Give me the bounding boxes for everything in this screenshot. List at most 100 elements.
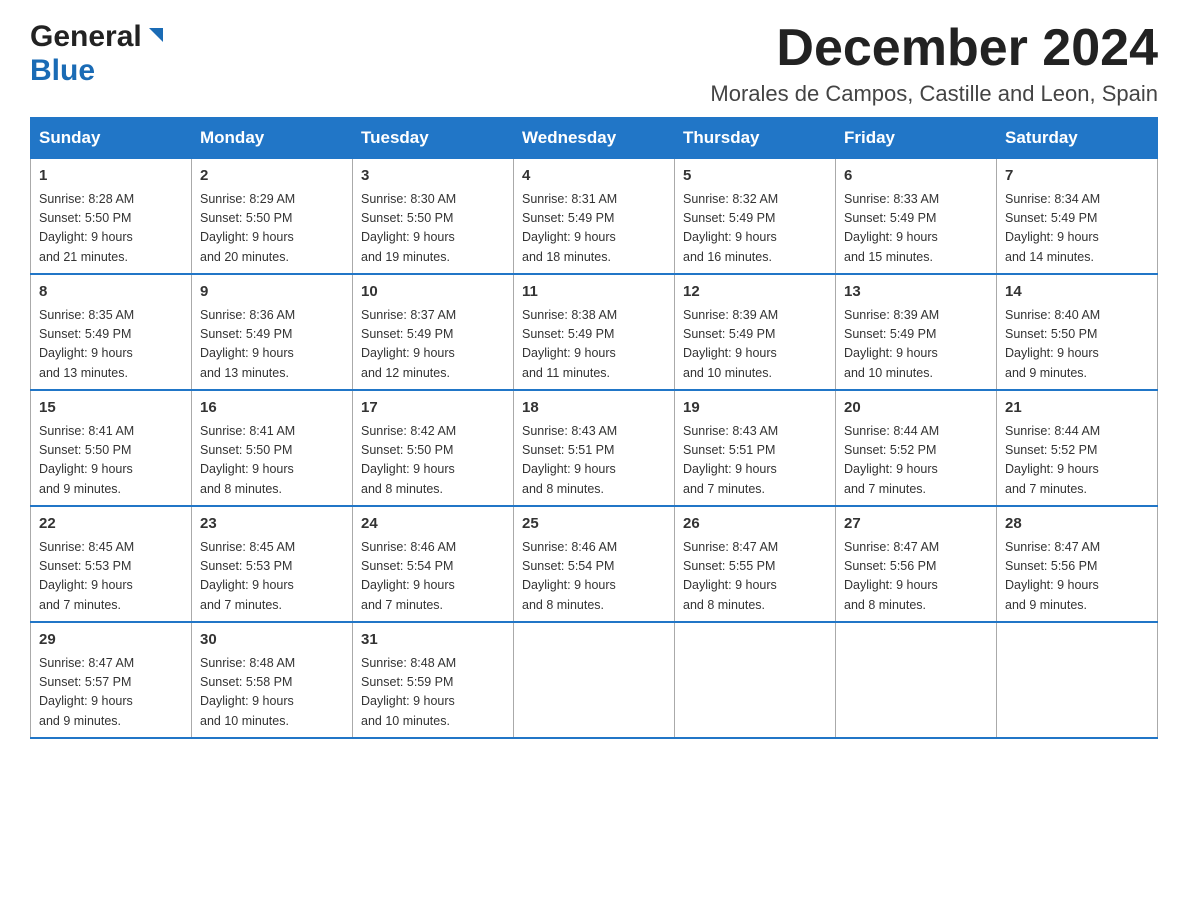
day-info: Sunrise: 8:47 AMSunset: 5:57 PMDaylight:… (39, 654, 183, 732)
day-number: 27 (844, 513, 988, 536)
logo-arrow-icon (145, 24, 167, 51)
day-info: Sunrise: 8:36 AMSunset: 5:49 PMDaylight:… (200, 306, 344, 384)
calendar-day-5: 5Sunrise: 8:32 AMSunset: 5:49 PMDaylight… (675, 159, 836, 275)
calendar-day-14: 14Sunrise: 8:40 AMSunset: 5:50 PMDayligh… (997, 274, 1158, 390)
day-number: 5 (683, 165, 827, 188)
calendar-day-15: 15Sunrise: 8:41 AMSunset: 5:50 PMDayligh… (31, 390, 192, 506)
day-number: 17 (361, 397, 505, 420)
day-info: Sunrise: 8:39 AMSunset: 5:49 PMDaylight:… (683, 306, 827, 384)
calendar-week-row: 29Sunrise: 8:47 AMSunset: 5:57 PMDayligh… (31, 622, 1158, 738)
day-info: Sunrise: 8:44 AMSunset: 5:52 PMDaylight:… (1005, 422, 1149, 500)
day-number: 14 (1005, 281, 1149, 304)
day-number: 4 (522, 165, 666, 188)
calendar-day-17: 17Sunrise: 8:42 AMSunset: 5:50 PMDayligh… (353, 390, 514, 506)
day-number: 24 (361, 513, 505, 536)
day-number: 20 (844, 397, 988, 420)
logo-blue-text: Blue (30, 54, 95, 87)
day-number: 15 (39, 397, 183, 420)
calendar-header-row: SundayMondayTuesdayWednesdayThursdayFrid… (31, 118, 1158, 159)
calendar-empty-cell (514, 622, 675, 738)
calendar-header-saturday: Saturday (997, 118, 1158, 159)
calendar-day-21: 21Sunrise: 8:44 AMSunset: 5:52 PMDayligh… (997, 390, 1158, 506)
day-number: 7 (1005, 165, 1149, 188)
calendar-week-row: 1Sunrise: 8:28 AMSunset: 5:50 PMDaylight… (31, 159, 1158, 275)
day-info: Sunrise: 8:43 AMSunset: 5:51 PMDaylight:… (683, 422, 827, 500)
calendar-day-4: 4Sunrise: 8:31 AMSunset: 5:49 PMDaylight… (514, 159, 675, 275)
day-number: 31 (361, 629, 505, 652)
calendar-header-friday: Friday (836, 118, 997, 159)
calendar-day-20: 20Sunrise: 8:44 AMSunset: 5:52 PMDayligh… (836, 390, 997, 506)
calendar-day-30: 30Sunrise: 8:48 AMSunset: 5:58 PMDayligh… (192, 622, 353, 738)
calendar-day-13: 13Sunrise: 8:39 AMSunset: 5:49 PMDayligh… (836, 274, 997, 390)
calendar-day-18: 18Sunrise: 8:43 AMSunset: 5:51 PMDayligh… (514, 390, 675, 506)
day-number: 13 (844, 281, 988, 304)
day-info: Sunrise: 8:33 AMSunset: 5:49 PMDaylight:… (844, 190, 988, 268)
day-info: Sunrise: 8:42 AMSunset: 5:50 PMDaylight:… (361, 422, 505, 500)
day-info: Sunrise: 8:37 AMSunset: 5:49 PMDaylight:… (361, 306, 505, 384)
day-info: Sunrise: 8:44 AMSunset: 5:52 PMDaylight:… (844, 422, 988, 500)
calendar-empty-cell (675, 622, 836, 738)
calendar-header-monday: Monday (192, 118, 353, 159)
calendar-empty-cell (836, 622, 997, 738)
calendar-day-3: 3Sunrise: 8:30 AMSunset: 5:50 PMDaylight… (353, 159, 514, 275)
day-number: 6 (844, 165, 988, 188)
calendar-day-24: 24Sunrise: 8:46 AMSunset: 5:54 PMDayligh… (353, 506, 514, 622)
calendar-day-8: 8Sunrise: 8:35 AMSunset: 5:49 PMDaylight… (31, 274, 192, 390)
day-number: 19 (683, 397, 827, 420)
day-info: Sunrise: 8:29 AMSunset: 5:50 PMDaylight:… (200, 190, 344, 268)
calendar-day-11: 11Sunrise: 8:38 AMSunset: 5:49 PMDayligh… (514, 274, 675, 390)
day-number: 3 (361, 165, 505, 188)
day-info: Sunrise: 8:47 AMSunset: 5:56 PMDaylight:… (1005, 538, 1149, 616)
calendar-day-31: 31Sunrise: 8:48 AMSunset: 5:59 PMDayligh… (353, 622, 514, 738)
calendar-day-25: 25Sunrise: 8:46 AMSunset: 5:54 PMDayligh… (514, 506, 675, 622)
day-number: 22 (39, 513, 183, 536)
day-number: 18 (522, 397, 666, 420)
calendar-day-1: 1Sunrise: 8:28 AMSunset: 5:50 PMDaylight… (31, 159, 192, 275)
day-info: Sunrise: 8:48 AMSunset: 5:58 PMDaylight:… (200, 654, 344, 732)
day-number: 16 (200, 397, 344, 420)
title-block: December 2024 Morales de Campos, Castill… (710, 20, 1158, 107)
calendar-day-6: 6Sunrise: 8:33 AMSunset: 5:49 PMDaylight… (836, 159, 997, 275)
day-number: 9 (200, 281, 344, 304)
day-info: Sunrise: 8:32 AMSunset: 5:49 PMDaylight:… (683, 190, 827, 268)
day-number: 29 (39, 629, 183, 652)
day-info: Sunrise: 8:35 AMSunset: 5:49 PMDaylight:… (39, 306, 183, 384)
calendar-header-sunday: Sunday (31, 118, 192, 159)
day-number: 23 (200, 513, 344, 536)
day-info: Sunrise: 8:46 AMSunset: 5:54 PMDaylight:… (522, 538, 666, 616)
calendar-day-26: 26Sunrise: 8:47 AMSunset: 5:55 PMDayligh… (675, 506, 836, 622)
day-number: 21 (1005, 397, 1149, 420)
calendar-day-12: 12Sunrise: 8:39 AMSunset: 5:49 PMDayligh… (675, 274, 836, 390)
calendar-day-29: 29Sunrise: 8:47 AMSunset: 5:57 PMDayligh… (31, 622, 192, 738)
day-number: 12 (683, 281, 827, 304)
day-info: Sunrise: 8:41 AMSunset: 5:50 PMDaylight:… (39, 422, 183, 500)
calendar-header-thursday: Thursday (675, 118, 836, 159)
day-info: Sunrise: 8:28 AMSunset: 5:50 PMDaylight:… (39, 190, 183, 268)
calendar-week-row: 8Sunrise: 8:35 AMSunset: 5:49 PMDaylight… (31, 274, 1158, 390)
day-number: 28 (1005, 513, 1149, 536)
logo-general-text: General (30, 20, 142, 54)
day-info: Sunrise: 8:47 AMSunset: 5:55 PMDaylight:… (683, 538, 827, 616)
calendar-week-row: 22Sunrise: 8:45 AMSunset: 5:53 PMDayligh… (31, 506, 1158, 622)
calendar-empty-cell (997, 622, 1158, 738)
page-header: General Blue December 2024 Morales de Ca… (30, 20, 1158, 107)
calendar-day-28: 28Sunrise: 8:47 AMSunset: 5:56 PMDayligh… (997, 506, 1158, 622)
day-info: Sunrise: 8:43 AMSunset: 5:51 PMDaylight:… (522, 422, 666, 500)
calendar-header-tuesday: Tuesday (353, 118, 514, 159)
calendar-day-9: 9Sunrise: 8:36 AMSunset: 5:49 PMDaylight… (192, 274, 353, 390)
day-number: 30 (200, 629, 344, 652)
calendar-day-23: 23Sunrise: 8:45 AMSunset: 5:53 PMDayligh… (192, 506, 353, 622)
day-info: Sunrise: 8:45 AMSunset: 5:53 PMDaylight:… (39, 538, 183, 616)
day-info: Sunrise: 8:47 AMSunset: 5:56 PMDaylight:… (844, 538, 988, 616)
day-number: 25 (522, 513, 666, 536)
calendar-header-wednesday: Wednesday (514, 118, 675, 159)
logo: General Blue (30, 20, 167, 88)
location-title: Morales de Campos, Castille and Leon, Sp… (710, 81, 1158, 107)
calendar-day-22: 22Sunrise: 8:45 AMSunset: 5:53 PMDayligh… (31, 506, 192, 622)
day-info: Sunrise: 8:39 AMSunset: 5:49 PMDaylight:… (844, 306, 988, 384)
day-number: 8 (39, 281, 183, 304)
day-info: Sunrise: 8:45 AMSunset: 5:53 PMDaylight:… (200, 538, 344, 616)
day-info: Sunrise: 8:31 AMSunset: 5:49 PMDaylight:… (522, 190, 666, 268)
day-number: 11 (522, 281, 666, 304)
calendar-day-27: 27Sunrise: 8:47 AMSunset: 5:56 PMDayligh… (836, 506, 997, 622)
